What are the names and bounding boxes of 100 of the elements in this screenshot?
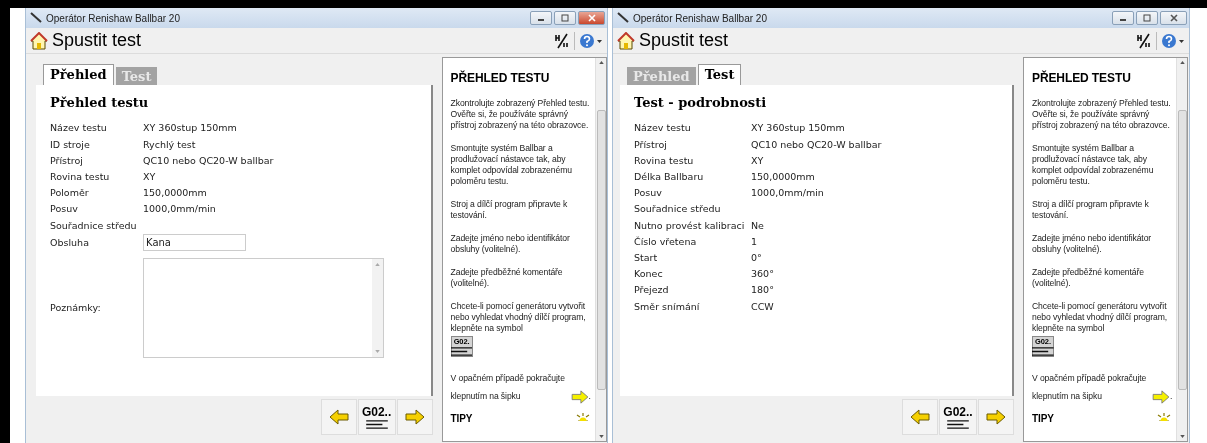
field-label: Posuv: [634, 186, 663, 201]
close-button[interactable]: [1160, 11, 1187, 25]
field-label: Přejezd: [634, 283, 670, 298]
help-text: Zkontrolujte zobrazený Přehled testu. Ověřte si, že používáte správný přístroj zobrazený na této obrazovce.: [1032, 98, 1171, 130]
help-text: Chcete-li pomocí generátoru vytvořit nebo vyhledat vhodný dílčí program, klepněte na symbol: [1032, 301, 1168, 333]
tab[interactable]: Test: [697, 64, 742, 85]
field-value: XY: [143, 170, 156, 185]
field-label: Obsluha: [50, 235, 90, 250]
field-value: XY: [751, 153, 764, 168]
operator-input[interactable]: Kana: [143, 234, 246, 252]
field-label: Název testu: [50, 121, 108, 136]
window-title: Operátor Renishaw Ballbar 20: [46, 11, 181, 26]
help-text: Smontujte systém Ballbar a prodlužovací nástavce tak, aby komplet odpovídal zobrazenému poloměru testu.: [1032, 143, 1154, 186]
tips-heading: TIPY: [450, 413, 473, 424]
field-label: Nutno provést kalibraci: [634, 218, 746, 233]
help-icon[interactable]: [579, 32, 603, 49]
help-text: Chcete-li pomocí generátoru vytvořit nebo vyhledat vhodný dílčí program, klepněte na symbol: [450, 301, 586, 333]
field-label: Číslo vřetena: [634, 234, 698, 249]
scrollbar[interactable]: [1176, 58, 1187, 441]
arrow-icon: [570, 389, 589, 404]
field-label: Konec: [634, 267, 664, 282]
back-button[interactable]: [320, 399, 357, 435]
minimize-button[interactable]: [530, 11, 552, 25]
lines-icon: [946, 419, 970, 429]
page-heading: Spustit test: [52, 29, 143, 52]
field-value: CCW: [751, 299, 774, 314]
tips-heading: TIPY: [1032, 413, 1054, 424]
units-icon[interactable]: [554, 32, 570, 49]
back-button[interactable]: [902, 399, 938, 435]
close-icon: [1168, 14, 1179, 22]
field-value: Rychlý test: [143, 137, 196, 152]
next-button[interactable]: [396, 399, 433, 435]
field-value: 1000,0mm/min: [143, 202, 216, 217]
maximize-icon: [1142, 14, 1152, 22]
scroll-up-icon[interactable]: [1179, 61, 1185, 64]
scrollbar[interactable]: [595, 58, 606, 441]
field-label: Směr snímání: [634, 299, 701, 314]
help-text: .: [588, 391, 591, 401]
field-label: Poloměr: [50, 186, 90, 201]
field-value: 150,0000mm: [751, 170, 815, 185]
field-label: Rovina testu: [50, 170, 111, 185]
field-label: Přístroj: [634, 137, 668, 152]
maximize-icon: [560, 14, 570, 22]
home-icon[interactable]: [30, 31, 48, 50]
help-text: Stroj a dílčí program připravte k testování.: [450, 199, 568, 220]
panel-title: Test - podrobnosti: [634, 94, 768, 112]
help-text: V opačném případě pokračujte klepnutím na šipku: [450, 372, 566, 403]
minimize-button[interactable]: [1112, 11, 1134, 25]
panel-title: Přehled testu: [50, 94, 150, 112]
close-button[interactable]: [578, 11, 605, 25]
field-label: Poznámky:: [50, 300, 102, 315]
next-button[interactable]: [978, 399, 1014, 435]
help-text: .: [1170, 391, 1173, 401]
help-icon[interactable]: [1161, 32, 1185, 49]
arrow-icon: [1152, 389, 1170, 404]
field-value: XY 360stup 150mm: [751, 121, 845, 136]
field-value: 180°: [751, 283, 774, 298]
right-arrow-icon: [986, 409, 1006, 425]
program-generator-button[interactable]: G02..: [357, 399, 396, 435]
pen-icon: [617, 12, 629, 24]
field-label: Rovina testu: [634, 153, 695, 168]
right-arrow-icon: [404, 409, 425, 425]
help-text: Zadejte předběžné komentáře (volitelné).: [1032, 267, 1144, 288]
help-title: PŘEHLED TESTU: [450, 71, 551, 85]
lines-icon: [450, 346, 473, 356]
field-label: Souřadnice středu: [50, 218, 138, 233]
lines-icon: [1032, 346, 1054, 356]
units-icon[interactable]: [1136, 32, 1152, 49]
field-value: 1000,0mm/min: [751, 186, 824, 201]
field-label: Start: [634, 250, 659, 265]
scrollbar-thumb[interactable]: [596, 109, 606, 390]
home-icon[interactable]: [617, 31, 635, 50]
left-arrow-icon: [328, 409, 349, 425]
field-label: Posuv: [50, 202, 79, 217]
help-text: Zkontrolujte zobrazený Přehled testu. Ověřte si, že používáte správný přístroj zobrazený na této obrazovce.: [450, 98, 590, 130]
window-title: Operátor Renishaw Ballbar 20: [633, 11, 768, 26]
help-text: Zadejte jméno nebo identifikátor obsluhy (volitelné).: [1032, 233, 1152, 254]
left-arrow-icon: [910, 409, 930, 425]
scroll-down-icon[interactable]: [598, 435, 604, 438]
program-generator-button[interactable]: G02..: [939, 399, 977, 435]
scrollbar-thumb[interactable]: [1177, 109, 1187, 390]
scroll-down-icon[interactable]: [1179, 435, 1185, 438]
tab[interactable]: Přehled: [43, 64, 114, 85]
field-value: 1: [751, 234, 758, 249]
field-value: 150,0000mm: [143, 186, 207, 201]
help-text: Zadejte předběžné komentáře (volitelné).: [450, 267, 563, 288]
field-value: Ne: [751, 218, 764, 233]
help-text: V opačném případě pokračujte klepnutím na šipku: [1032, 372, 1148, 403]
help-text: Stroj a dílčí program připravte k testování.: [1032, 199, 1149, 220]
field-label: ID stroje: [50, 137, 91, 152]
help-text: Smontujte systém Ballbar a prodlužovací nástavce tak, aby komplet odpovídal zobrazenému poloměru testu.: [450, 143, 572, 186]
page-heading: Spustit test: [639, 29, 730, 52]
lines-icon: [364, 419, 389, 429]
field-value: QC10 nebo QC20-W ballbar: [143, 153, 274, 168]
field-value: 0°: [751, 250, 762, 265]
field-label: Název testu: [634, 121, 692, 136]
field-value: XY 360stup 150mm: [143, 121, 237, 136]
scroll-up-icon[interactable]: [598, 61, 604, 64]
field-label: Souřadnice středu: [634, 202, 722, 217]
field-label: Přístroj: [50, 153, 84, 168]
